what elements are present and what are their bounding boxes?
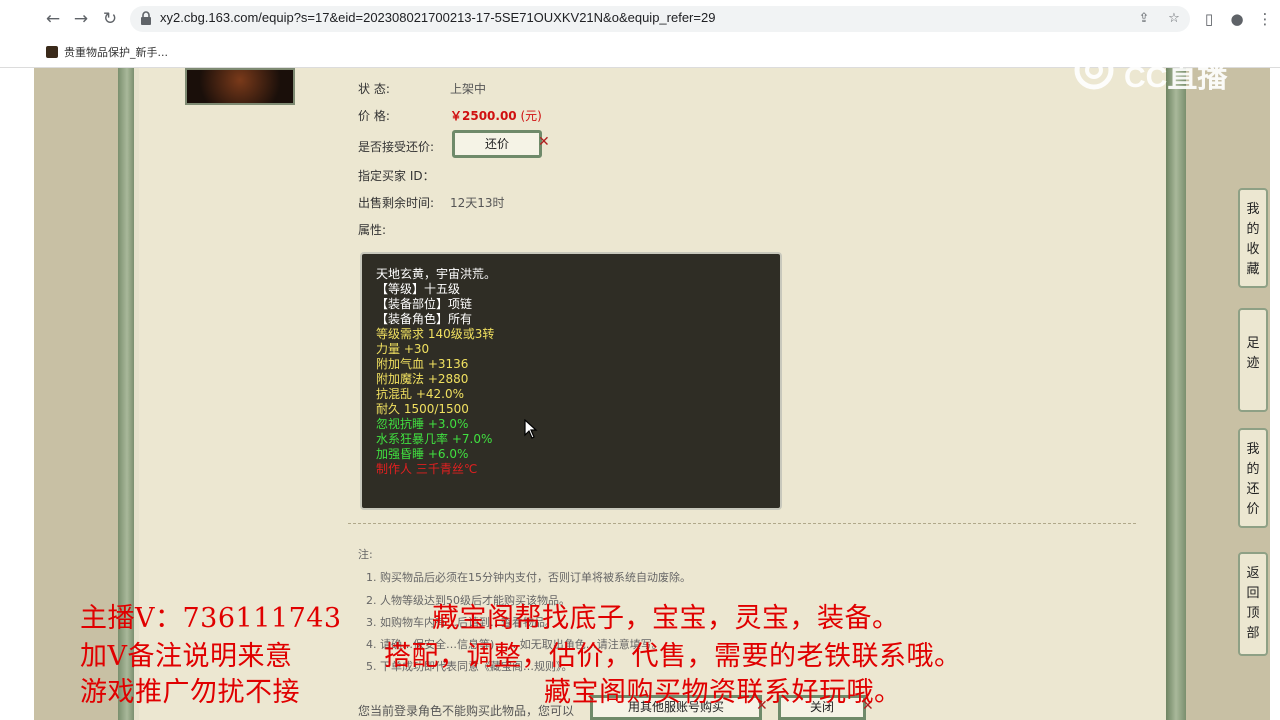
status-label: 状 态: bbox=[358, 82, 390, 96]
tab-label: 我的收藏 bbox=[1246, 202, 1260, 277]
overlay-line3-right: 藏宝阁购买物资联系好玩哦。 bbox=[544, 677, 902, 708]
profile-icon[interactable]: ● bbox=[1226, 8, 1248, 30]
tab-label: 足迹 bbox=[1246, 336, 1260, 371]
address-bar[interactable]: xy2.cbg.163.com/equip?s=17&eid=202308021… bbox=[130, 6, 1190, 32]
attribute-line: 等级需求 140级或3转 bbox=[376, 327, 495, 341]
footprints-tab[interactable]: 足迹 bbox=[1238, 308, 1268, 412]
divider bbox=[348, 523, 1136, 524]
watermark-text: CC直播 bbox=[1124, 61, 1228, 94]
watermark-logo: CC直播 bbox=[1072, 50, 1242, 94]
cc-logo-icon bbox=[1074, 50, 1114, 90]
tab-label: 我的还价 bbox=[1246, 442, 1260, 517]
overlay-line2-right: 搭配，调整，估价，代售，需要的老铁联系哦。 bbox=[384, 641, 962, 672]
attribute-line: 水系狂暴几率 +7.0% bbox=[376, 432, 493, 446]
note-item: 1. 购买物品后必须在15分钟内支付，否则订单将被系统自动废除。 bbox=[366, 571, 691, 584]
back-icon[interactable]: ← bbox=[42, 8, 64, 30]
bookmark-favicon-icon bbox=[46, 46, 58, 58]
bargain-label: 是否接受还价: bbox=[358, 140, 435, 154]
share-icon[interactable]: ⇪ bbox=[1136, 11, 1152, 27]
overlay-line1-left: 主播V：736111743 bbox=[80, 603, 342, 634]
bookmark-label: 贵重物品保护_新手... bbox=[64, 46, 168, 59]
overlay-line3-left: 游戏推广勿扰不接 bbox=[80, 677, 300, 708]
reload-icon[interactable]: ↻ bbox=[99, 8, 121, 30]
back-to-top-tab[interactable]: 返回顶部 bbox=[1238, 552, 1268, 656]
price: ￥2500.00 (元) bbox=[450, 107, 542, 124]
attribute-line: 制作人 三千青丝℃ bbox=[376, 462, 478, 476]
attribute-line: 天地玄黄，宇宙洪荒。 bbox=[376, 267, 497, 281]
status-value: 上架中 bbox=[450, 82, 487, 96]
attribute-line: 附加魔法 +2880 bbox=[376, 372, 469, 386]
overlay-line1-right: 藏宝阁帮找底子，宝宝，灵宝，装备。 bbox=[432, 603, 900, 634]
remaining-time-value: 12天13时 bbox=[450, 196, 505, 210]
mouse-cursor-icon bbox=[524, 419, 538, 439]
attribute-line: 耐久 1500/1500 bbox=[376, 402, 469, 416]
price-label: 价 格: bbox=[358, 109, 390, 123]
bookmark-item[interactable]: 贵重物品保护_新手... bbox=[46, 44, 168, 60]
attribute-line: 【装备部位】项链 bbox=[376, 297, 473, 311]
url-text: xy2.cbg.163.com/equip?s=17&eid=202308021… bbox=[160, 10, 716, 25]
attribute-line: 【装备角色】所有 bbox=[376, 312, 473, 326]
overlay-line2-left: 加V备注说明来意 bbox=[80, 641, 293, 672]
close-x-icon: ✕ bbox=[538, 134, 550, 150]
attribute-line: 力量 +30 bbox=[376, 342, 430, 356]
attribute-line: 附加气血 +3136 bbox=[376, 357, 469, 371]
attributes-label: 属性: bbox=[358, 223, 387, 237]
attribute-line: 忽视抗睡 +3.0% bbox=[376, 417, 469, 431]
price-unit: (元) bbox=[520, 109, 542, 123]
my-bargains-tab[interactable]: 我的还价 bbox=[1238, 428, 1268, 528]
remaining-time-label: 出售剩余时间: bbox=[358, 196, 435, 210]
right-border-decoration bbox=[1166, 68, 1186, 720]
sidepanel-icon[interactable]: ▯ bbox=[1198, 8, 1220, 30]
lock-icon bbox=[141, 11, 151, 25]
attribute-line: 抗混乱 +42.0% bbox=[376, 387, 464, 401]
attribute-line: 加强昏睡 +6.0% bbox=[376, 447, 469, 461]
tab-label: 返回顶部 bbox=[1246, 566, 1260, 641]
item-image bbox=[185, 68, 295, 105]
attribute-line: 【等级】十五级 bbox=[376, 282, 461, 296]
browser-toolbar: ← → ↻ xy2.cbg.163.com/equip?s=17&eid=202… bbox=[0, 0, 1280, 38]
menu-icon[interactable]: ⋮ bbox=[1254, 8, 1276, 30]
notes-title: 注: bbox=[358, 548, 373, 561]
attributes-box: 天地玄黄，宇宙洪荒。 【等级】十五级 【装备部位】项链 【装备角色】所有 等级需求 14… bbox=[360, 252, 782, 510]
bargain-button[interactable]: 还价 bbox=[452, 130, 542, 158]
login-notice: 您当前登录角色不能购买此物品，您可以 bbox=[358, 704, 575, 718]
price-value: ￥2500.00 bbox=[450, 109, 517, 123]
buyer-id-label: 指定买家 ID： bbox=[358, 169, 435, 183]
my-favorites-tab[interactable]: 我的收藏 bbox=[1238, 188, 1268, 288]
star-icon[interactable]: ☆ bbox=[1166, 11, 1182, 27]
forward-icon[interactable]: → bbox=[70, 8, 92, 30]
